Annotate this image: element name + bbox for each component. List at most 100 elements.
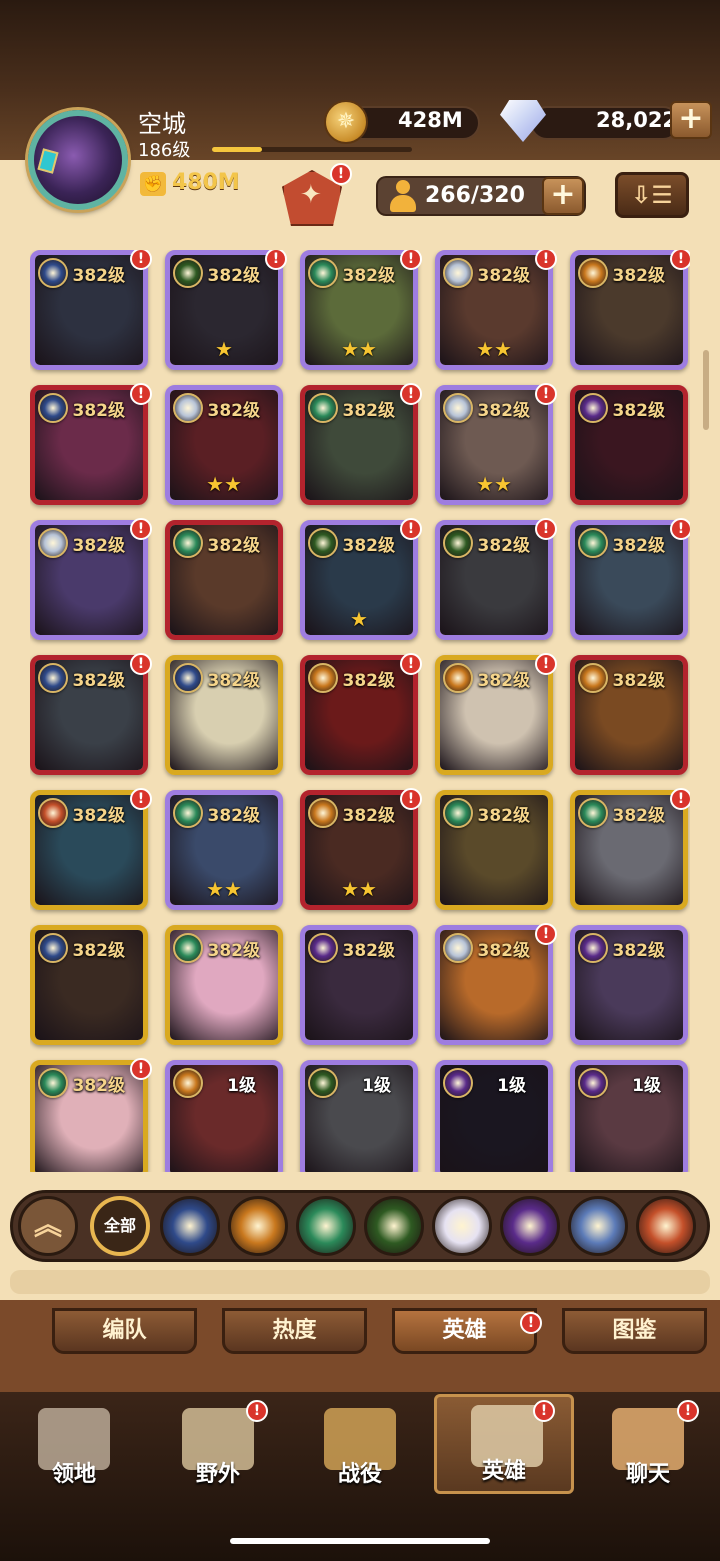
hero-card[interactable]: 382级 [30, 790, 148, 910]
player-name: 空城 [138, 110, 186, 138]
hero-card[interactable]: 382级 [165, 655, 283, 775]
hero-card[interactable]: 382级 ★★ [300, 790, 418, 910]
hero-level: 382级 [72, 1076, 126, 1096]
mauler-faction-icon [578, 258, 608, 288]
hero-card[interactable]: 382级 [300, 925, 418, 1045]
hero-card[interactable]: 382级 [300, 385, 418, 505]
hero-card[interactable]: 382级 [570, 250, 688, 370]
hero-level: 382级 [207, 401, 261, 421]
mauler-faction-icon [173, 1068, 203, 1098]
mauler-faction-icon [578, 663, 608, 693]
filter-scroll-strip [10, 1270, 710, 1294]
hero-level: 382级 [72, 536, 126, 556]
hero-card[interactable]: 382级 [30, 1060, 148, 1172]
hero-notification-badge: ! [400, 383, 422, 405]
hero-card[interactable]: 382级 [570, 385, 688, 505]
lightbearer-faction-icon [38, 663, 68, 693]
hero-card[interactable]: 382级 [435, 925, 553, 1045]
lightbearer-faction-icon [38, 393, 68, 423]
hypogean-filter-icon[interactable] [500, 1196, 560, 1256]
celestial-faction-icon [173, 393, 203, 423]
hero-card[interactable]: 382级 ★ [300, 520, 418, 640]
hero-card[interactable]: 382级 ★★ [165, 385, 283, 505]
hypogean-faction-icon [443, 1068, 473, 1098]
hero-card[interactable]: 382级 [435, 655, 553, 775]
hero-card[interactable]: 382级 [570, 655, 688, 775]
hero-notification-badge: ! [130, 383, 152, 405]
wilder-faction-icon [308, 258, 338, 288]
power-value: 480M [172, 170, 240, 195]
hero-card[interactable]: 382级 ★★ [435, 385, 553, 505]
collapse-filter-button[interactable]: ︽ [18, 1196, 78, 1256]
hero-card[interactable]: 382级 [300, 655, 418, 775]
hero-card[interactable]: 1级 [165, 1060, 283, 1172]
dimensional-filter-icon[interactable] [636, 1196, 696, 1256]
hero-level: 1级 [227, 1076, 256, 1096]
hero-card[interactable]: 382级 ★★ [435, 250, 553, 370]
tab-popularity[interactable]: 热度 [222, 1308, 367, 1354]
hero-card[interactable]: 382级 ★★ [300, 250, 418, 370]
hero-card[interactable]: 382级 [165, 925, 283, 1045]
expand-hero-slots-button[interactable]: + [542, 177, 584, 215]
hero-card[interactable]: 382级 [30, 655, 148, 775]
hero-card[interactable]: 382级 ★ [165, 250, 283, 370]
hero-card[interactable]: 382级 [30, 385, 148, 505]
lightbearer-filter-icon[interactable] [160, 1196, 220, 1256]
hero-card[interactable]: 1级 [435, 1060, 553, 1172]
hero-card[interactable]: 382级 [435, 520, 553, 640]
filter-all-button[interactable]: 全部 [90, 1196, 150, 1256]
hero-stars: ★★ [341, 337, 377, 361]
nav-campaign[interactable]: 战役 [290, 1400, 430, 1500]
person-icon [388, 180, 418, 214]
hero-card[interactable]: 382级 [570, 790, 688, 910]
home-indicator [230, 1538, 490, 1544]
add-diamonds-button[interactable]: + [670, 101, 712, 139]
mauler-filter-icon[interactable] [228, 1196, 288, 1256]
hero-card[interactable]: 382级 [30, 925, 148, 1045]
hero-stars: ★★ [206, 472, 242, 496]
hero-card[interactable]: 382级 [435, 790, 553, 910]
celestial-faction-icon [38, 528, 68, 558]
celestial-filter-icon[interactable] [432, 1196, 492, 1256]
tab-heroes[interactable]: 英雄 [392, 1308, 537, 1354]
hero-level: 382级 [72, 401, 126, 421]
hero-stars: ★★ [476, 472, 512, 496]
dimensional-lb-filter-icon[interactable] [568, 1196, 628, 1256]
hero-level: 382级 [342, 266, 396, 286]
tab-formation[interactable]: 编队 [52, 1308, 197, 1354]
wilder-faction-icon [443, 798, 473, 828]
celestial-faction-icon [443, 258, 473, 288]
hero-notification-badge: ! [400, 788, 422, 810]
hero-card[interactable]: 1级 [570, 1060, 688, 1172]
wilder-faction-icon [173, 933, 203, 963]
hero-notification-badge: ! [670, 250, 690, 270]
nav-chat-badge: ! [677, 1400, 699, 1422]
hero-card[interactable]: 382级 [30, 520, 148, 640]
player-level: 186级 [138, 140, 191, 161]
hero-card[interactable]: 382级 [30, 250, 148, 370]
hero-level: 382级 [342, 401, 396, 421]
hero-level: 382级 [612, 536, 666, 556]
hero-card[interactable]: 382级 [570, 520, 688, 640]
wilder-faction-icon [173, 798, 203, 828]
nav-territory[interactable]: 领地 [4, 1400, 144, 1500]
sort-button[interactable]: ⇩☰ [615, 172, 689, 218]
hero-card[interactable]: 1级 [300, 1060, 418, 1172]
hero-level: 382级 [207, 806, 261, 826]
hero-notification-badge: ! [130, 250, 152, 270]
hero-notification-badge: ! [400, 250, 422, 270]
hero-card[interactable]: 382级 [570, 925, 688, 1045]
graveborn-filter-icon[interactable] [364, 1196, 424, 1256]
hero-card[interactable]: 382级 [165, 520, 283, 640]
lightbearer-faction-icon [38, 258, 68, 288]
grid-scrollbar[interactable] [703, 350, 709, 430]
wilder-filter-icon[interactable] [296, 1196, 356, 1256]
hero-level: 382级 [72, 266, 126, 286]
hero-notification-badge: ! [130, 788, 152, 810]
nav-label: 野外 [195, 1462, 240, 1487]
tab-codex[interactable]: 图鉴 [562, 1308, 707, 1354]
hero-notification-badge: ! [535, 250, 557, 270]
wilder-faction-icon [578, 798, 608, 828]
hero-card[interactable]: 382级 ★★ [165, 790, 283, 910]
emblem-star-icon: ✦ [300, 180, 322, 210]
